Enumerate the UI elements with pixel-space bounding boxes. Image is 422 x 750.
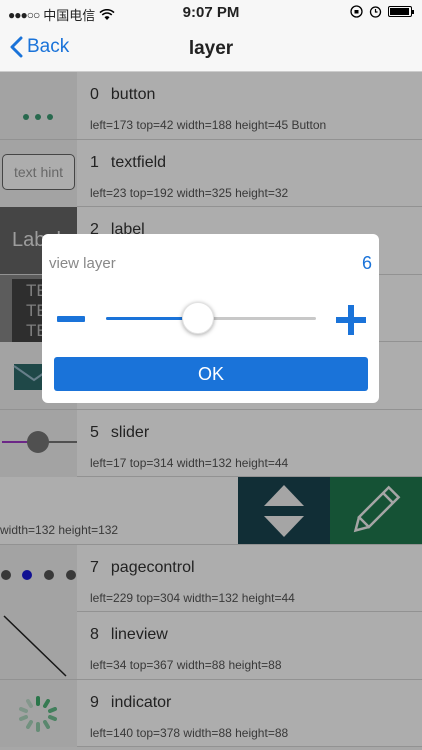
decrement-button[interactable] — [57, 316, 85, 322]
layer-value: 6 — [361, 253, 372, 273]
status-right — [350, 5, 414, 18]
modal-overlay[interactable] — [0, 72, 422, 750]
increment-button[interactable] — [336, 305, 366, 335]
dialog-title: view layer — [49, 255, 116, 272]
alarm-icon — [369, 6, 382, 18]
layer-slider[interactable] — [106, 302, 316, 334]
navigation-bar: Back layer — [0, 26, 422, 72]
battery-icon — [388, 6, 414, 17]
status-bar: ●●●○○ 中国电信 9:07 PM — [0, 0, 422, 26]
ok-button[interactable]: OK — [54, 357, 368, 391]
view-layer-dialog: view layer 6 OK — [42, 234, 379, 403]
rotation-lock-icon — [350, 5, 363, 18]
page-title: layer — [188, 38, 234, 59]
slider-thumb[interactable] — [182, 302, 215, 334]
